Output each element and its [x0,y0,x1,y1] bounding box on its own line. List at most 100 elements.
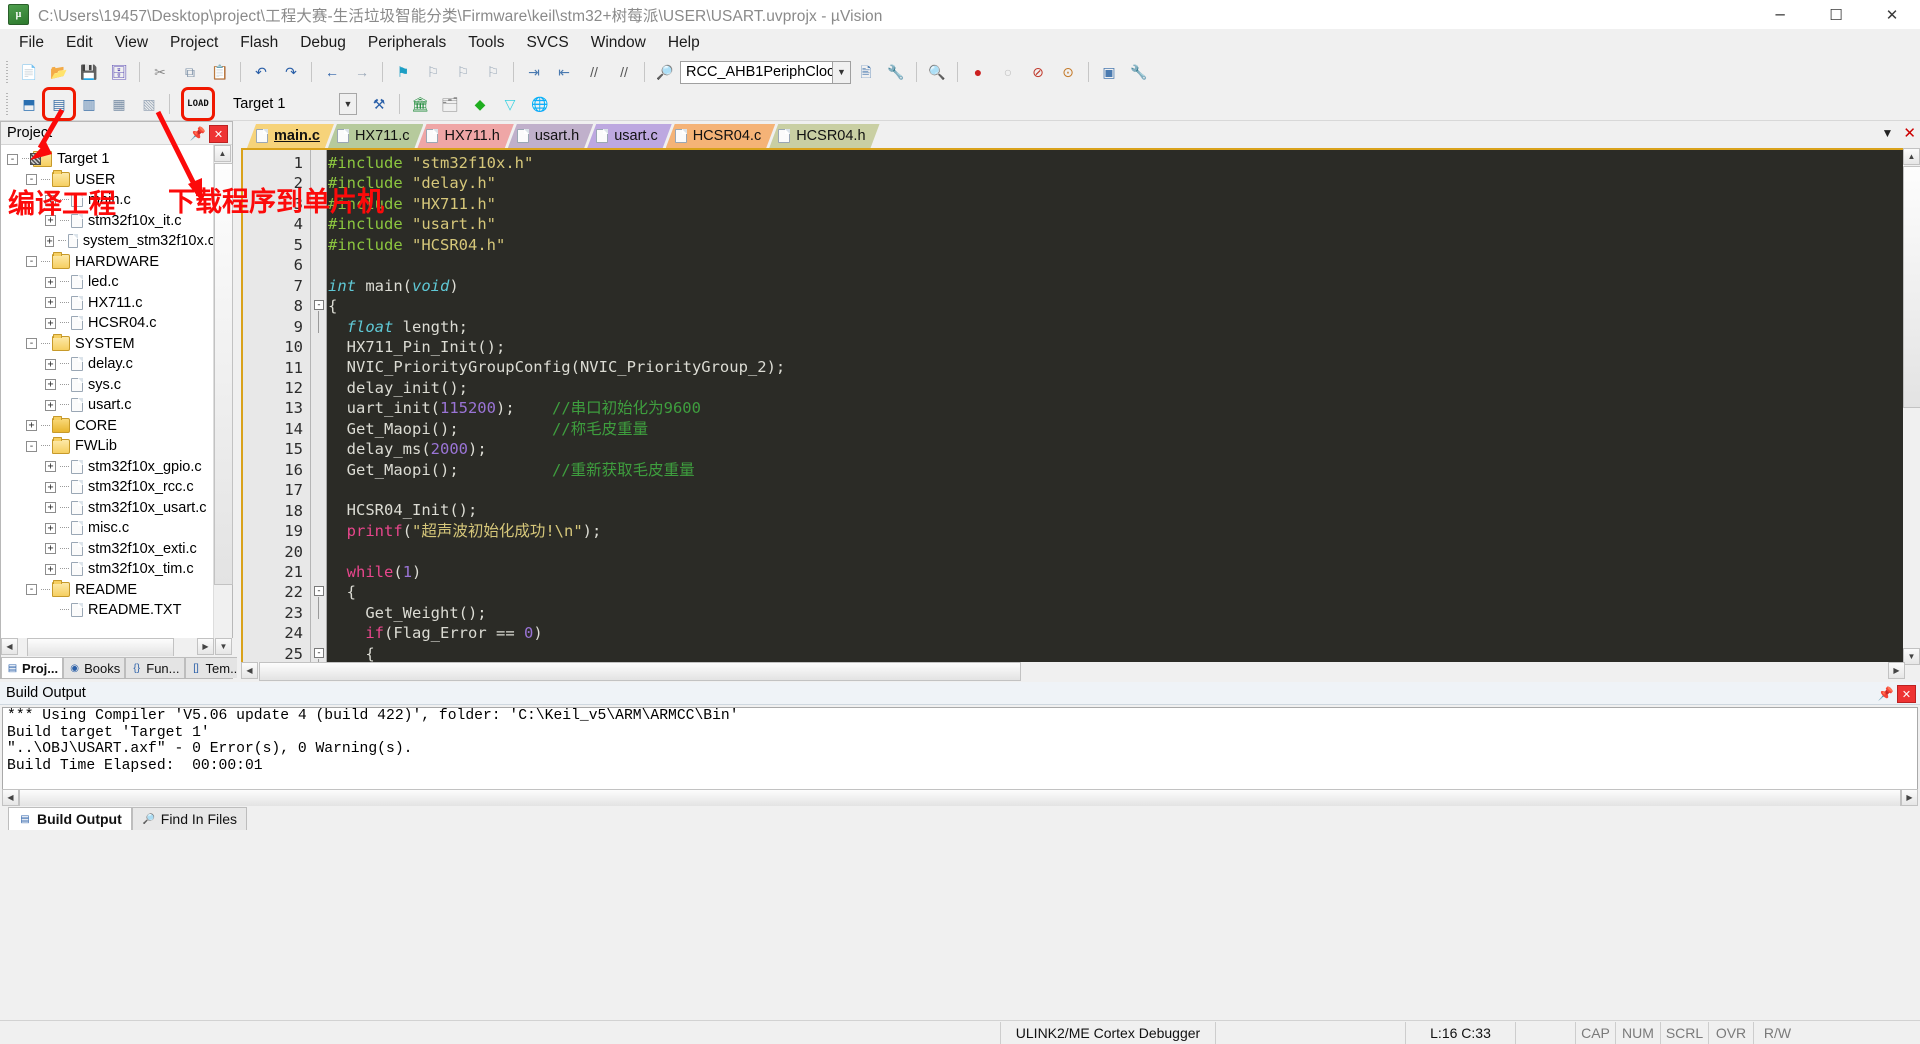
menu-svcs[interactable]: SVCS [515,31,579,55]
menu-project[interactable]: Project [159,31,229,55]
expand-icon[interactable]: + [45,522,56,534]
pack-installer-button[interactable]: ◆ [466,90,494,118]
download-to-flash-button[interactable]: LOAD [184,90,212,118]
code-line[interactable] [328,255,1903,275]
code-line[interactable]: #include "HX711.h" [328,194,1903,214]
manage-multi-project-button[interactable]: 🗂 [436,90,464,118]
scroll-left-button[interactable]: ◀ [1,638,18,655]
menu-window[interactable]: Window [580,31,657,55]
tree-item-hardware[interactable]: - HARDWARE [1,252,215,273]
editor-hscrollbar[interactable]: ◀ ▶ [241,662,1905,681]
close-icon[interactable]: ✕ [1903,124,1916,142]
editor-tab-usart-c[interactable]: usart.c [587,124,672,148]
menu-view[interactable]: View [104,31,159,55]
insert-file-button[interactable]: 🖹 [852,58,880,86]
manage-project-items-button[interactable]: ⚒ [365,90,393,118]
manage-run-time-env-button[interactable]: ▽ [496,90,524,118]
project-hscrollbar[interactable]: ◀ ▶ ▼ [1,638,234,657]
tree-item-hcsr04-c[interactable]: + HCSR04.c [1,313,215,334]
collapse-icon[interactable]: - [26,338,37,350]
bookmark-toggle-button[interactable]: ⚑ [389,58,417,86]
find-in-files-button[interactable]: 🔎 [651,58,679,86]
code-editor[interactable]: 1 2 3 4 5 6 7 8 9 10 11 12 13 14 15 16 17 18 19 20 21 22 23 24 2… [241,148,1905,665]
code-line[interactable]: while(1) [328,562,1903,582]
uncomment-lines-button[interactable]: // [610,58,638,86]
insert-breakpoint-button[interactable]: ○ [994,58,1022,86]
scroll-left-button[interactable]: ◀ [2,789,19,806]
expand-icon[interactable]: + [45,481,56,493]
fold-markers[interactable]: - - - [311,150,327,663]
tree-item-stm32f10x-it-c[interactable]: + stm32f10x_it.c [1,211,215,232]
scroll-right-button[interactable]: ▶ [1888,662,1905,679]
project-tree[interactable]: - Target 1 - USER + main.c + stm32f10x_it.c + sys… [1,145,215,657]
expand-icon[interactable]: + [45,563,56,575]
expand-icon[interactable]: + [45,379,56,391]
symbol-search-input[interactable]: RCC_AHB1PeriphClockCm [680,60,832,84]
tree-item-stm32f10x-tim-c[interactable]: + stm32f10x_tim.c [1,559,215,580]
code-line[interactable]: Get_Weight(); [328,603,1903,623]
tree-item-delay-c[interactable]: + delay.c [1,354,215,375]
scroll-thumb[interactable] [1903,166,1920,408]
code-line[interactable]: #include "HCSR04.h" [328,235,1903,255]
navigate-forward-button[interactable]: → [348,58,376,86]
comment-lines-button[interactable]: // [580,58,608,86]
expand-icon[interactable]: + [45,399,56,411]
expand-icon[interactable]: + [26,420,37,432]
tree-item-led-c[interactable]: + led.c [1,272,215,293]
code-line[interactable]: printf("超声波初始化成功!\n"); [328,521,1903,541]
pin-icon[interactable]: 📌 [190,126,206,142]
redo-button[interactable]: ↷ [277,58,305,86]
tree-item-fwlib[interactable]: - FWLib [1,436,215,457]
collapse-icon[interactable]: - [26,256,37,268]
configuration-wizard-button[interactable]: 🔧 [1125,58,1153,86]
editor-tab-hcsr04-h[interactable]: HCSR04.h [769,124,879,148]
target-selector-arrow[interactable]: ▼ [339,93,357,115]
maximize-button[interactable]: ☐ [1808,0,1864,29]
code-line[interactable]: int main(void) [328,276,1903,296]
cut-button[interactable]: ✂ [146,58,174,86]
tree-item-main-c[interactable]: + main.c [1,190,215,211]
project-tab-fun[interactable]: {} Fun... [125,657,185,678]
toolbar-grip-2[interactable] [4,93,12,115]
build-output-hscrollbar[interactable]: ◀ ▶ [2,789,1918,807]
expand-icon[interactable]: + [45,276,56,288]
indent-left-button[interactable]: ⇤ [550,58,578,86]
tree-item-system[interactable]: - SYSTEM [1,334,215,355]
expand-icon[interactable]: + [45,502,56,514]
project-tab-books[interactable]: ◉ Books [63,657,126,678]
build-output-text[interactable]: *** Using Compiler 'V5.06 update 4 (buil… [2,707,1918,800]
target-selector[interactable]: Target 1 [229,93,339,115]
code-line[interactable]: delay_init(); [328,378,1903,398]
save-all-button[interactable]: 🗄 [105,58,133,86]
indent-right-button[interactable]: ⇥ [520,58,548,86]
expand-icon[interactable]: + [45,461,56,473]
window-layout-button[interactable]: ▣ [1095,58,1123,86]
code-line[interactable]: uart_init(115200); //串口初始化为9600 [328,398,1903,418]
code-line[interactable] [328,541,1903,561]
hscroll-thumb[interactable] [27,638,174,657]
menu-debug[interactable]: Debug [289,31,357,55]
menu-help[interactable]: Help [657,31,711,55]
expand-icon[interactable]: + [45,235,55,247]
expand-icon[interactable]: + [45,215,56,227]
code-line[interactable]: { [328,296,1903,316]
tree-item-stm32f10x-exti-c[interactable]: + stm32f10x_exti.c [1,539,215,560]
bookmark-next-button[interactable]: ⚐ [449,58,477,86]
code-line[interactable]: #include "delay.h" [328,173,1903,193]
expand-icon[interactable]: + [45,297,56,309]
batch-build-button[interactable]: ▦ [105,90,133,118]
rebuild-all-button[interactable]: ▥ [75,90,103,118]
copy-button[interactable]: ⧉ [176,58,204,86]
navigate-back-button[interactable]: ← [318,58,346,86]
code-line[interactable]: delay_ms(2000); [328,439,1903,459]
disable-breakpoints-button[interactable]: ⊙ [1054,58,1082,86]
hscroll-extra-button[interactable]: ▼ [215,638,232,655]
hscroll-thumb[interactable] [19,789,1901,807]
editor-tab-hx711-c[interactable]: HX711.c [328,124,424,148]
open-file-button[interactable]: 📂 [45,58,73,86]
code-line[interactable]: { [328,644,1903,664]
collapse-icon[interactable]: - [7,153,18,165]
scroll-thumb[interactable] [214,163,233,585]
tree-item-usart-c[interactable]: + usart.c [1,395,215,416]
kill-breakpoints-button[interactable]: ⊘ [1024,58,1052,86]
